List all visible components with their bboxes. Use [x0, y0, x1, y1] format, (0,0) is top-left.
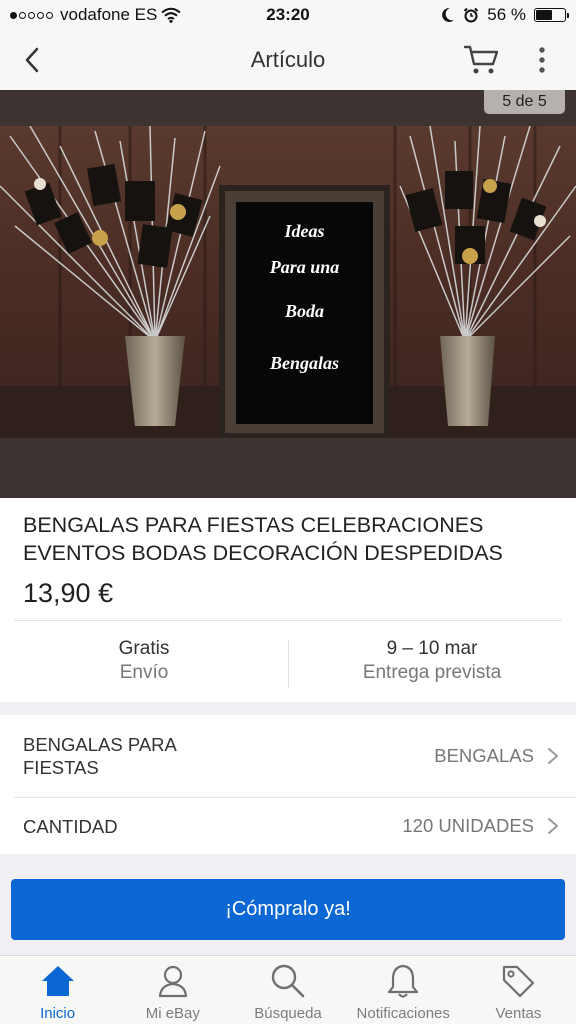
tab-label: Notificaciones [356, 1005, 450, 1022]
tab-search[interactable]: Búsqueda [230, 956, 345, 1024]
product-image[interactable] [0, 126, 576, 438]
shipping-value: Gratis [118, 638, 170, 659]
signal-strength-icon [10, 11, 53, 19]
buy-now-button[interactable]: ¡Cómpralo ya! [11, 879, 565, 940]
user-icon [153, 962, 193, 1000]
more-vertical-icon [539, 47, 545, 73]
tab-label: Búsqueda [254, 1005, 322, 1022]
battery-percent: 56 % [487, 5, 526, 24]
tab-my-ebay[interactable]: Mi eBay [115, 956, 230, 1024]
variation-list: BENGALAS PARA FIESTAS BENGALAS CANTIDAD … [0, 715, 576, 854]
cart-icon [464, 45, 499, 74]
tab-label: Ventas [495, 1005, 542, 1022]
divider [14, 620, 562, 621]
item-title: BENGALAS PARA FIESTAS CELEBRACIONES EVEN… [23, 513, 503, 565]
variation-row-quantity[interactable]: CANTIDAD 120 UNIDADES [14, 797, 576, 854]
item-price: 13,90 € [23, 578, 114, 608]
image-gallery[interactable]: Ideas Para una Boda Bengalas 5 de 5 [0, 90, 576, 498]
chalkboard-line-3: Boda [284, 301, 324, 321]
delivery-info: 9 – 10 mar Entrega prevista [288, 638, 576, 684]
shipping-info: Gratis Envío [0, 638, 288, 684]
status-right: 56 % [441, 5, 569, 25]
shipping-label: Envío [119, 662, 169, 683]
variation-row-type[interactable]: BENGALAS PARA FIESTAS BENGALAS [0, 715, 576, 797]
more-button[interactable] [522, 40, 562, 80]
chevron-right-icon [548, 818, 558, 834]
battery-icon [534, 8, 569, 22]
carrier-name: vodafone ES [60, 5, 158, 24]
search-icon [268, 962, 308, 1000]
tag-icon [498, 962, 538, 1000]
wifi-icon [161, 7, 181, 23]
tab-bar: Inicio Mi eBay Búsqueda Notificaciones V… [0, 955, 576, 1024]
tab-label: Inicio [40, 1005, 76, 1022]
image-counter-badge: 5 de 5 [484, 90, 565, 114]
variation-label: BENGALAS PARA FIESTAS [23, 734, 176, 778]
tab-notifications[interactable]: Notificaciones [346, 956, 461, 1024]
home-icon [38, 962, 78, 1000]
nav-bar: Artículo [0, 30, 576, 90]
variation-label: CANTIDAD [23, 815, 118, 837]
chevron-right-icon [548, 748, 558, 764]
chalkboard-line-4: Bengalas [269, 353, 339, 373]
tab-home[interactable]: Inicio [0, 956, 115, 1024]
delivery-value: 9 – 10 mar [386, 638, 478, 659]
tab-label: Mi eBay [145, 1005, 200, 1022]
cart-button[interactable] [462, 40, 502, 80]
chevron-left-icon [25, 47, 39, 73]
bell-icon [383, 962, 423, 1000]
delivery-label: Entrega prevista [362, 662, 502, 683]
back-button[interactable] [14, 42, 50, 78]
alarm-icon [464, 7, 479, 23]
tab-selling[interactable]: Ventas [461, 956, 576, 1024]
status-left: vodafone ES [10, 5, 181, 25]
chalkboard-line-2: Para una [269, 257, 340, 277]
moon-icon [442, 7, 455, 22]
chalkboard-line-1: Ideas [284, 221, 325, 241]
status-bar: vodafone ES 23:20 56 % [0, 0, 576, 30]
item-info: BENGALAS PARA FIESTAS CELEBRACIONES EVEN… [0, 498, 576, 702]
